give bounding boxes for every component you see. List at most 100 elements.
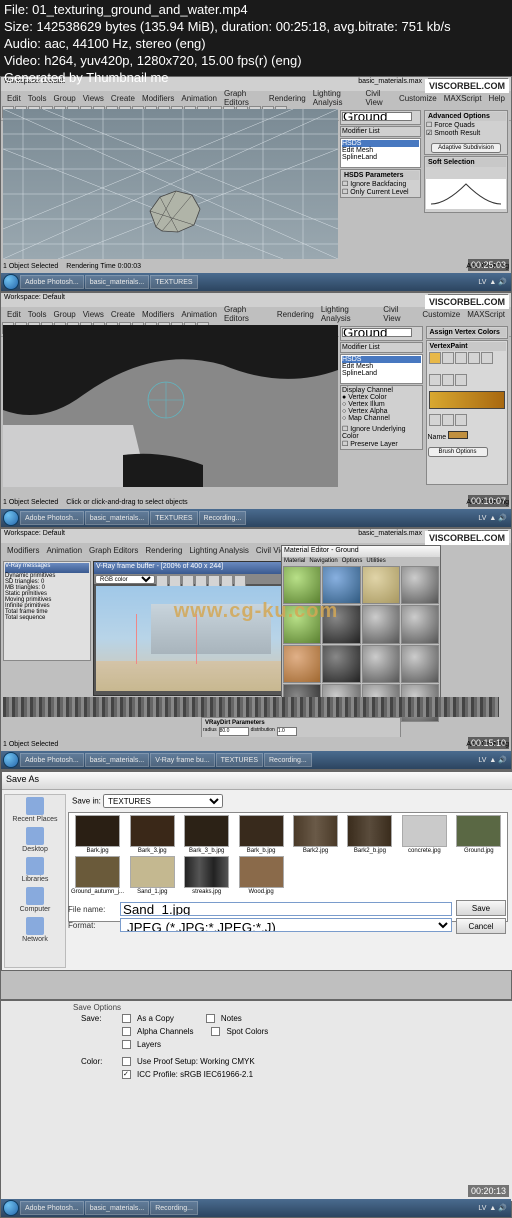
frame-5: Save Options Save:As a CopyNotes Alpha C… <box>0 1000 512 1218</box>
tray-icons[interactable]: ▲ 🔊 <box>489 278 507 286</box>
material-slot[interactable] <box>401 566 439 604</box>
save-as-dialog: Save As Save in: TEXTURES Recent Places … <box>1 771 512 971</box>
stack-editmesh[interactable]: Edit Mesh <box>342 147 419 154</box>
task-photoshop[interactable]: Adobe Photosh... <box>20 275 84 289</box>
menu-customize[interactable]: Customize <box>397 94 439 103</box>
menu-civil[interactable]: Civil View <box>363 89 393 107</box>
task-textures[interactable]: TEXTURES <box>150 275 197 289</box>
place-recent[interactable]: Recent Places <box>5 795 65 825</box>
rendered-strip <box>3 697 499 717</box>
ignore-backfacing-check[interactable]: ☐ <box>342 181 350 188</box>
brush-options-btn[interactable]: Brush Options <box>428 447 488 457</box>
menu-views[interactable]: Views <box>81 94 106 103</box>
menu-help[interactable]: Help <box>487 94 507 103</box>
menu-create[interactable]: Create <box>109 94 137 103</box>
menu-rendering[interactable]: Rendering <box>267 94 308 103</box>
place-libraries[interactable]: Libraries <box>5 855 65 885</box>
taskbar: Adobe Photosh... basic_materials... TEXT… <box>1 273 511 291</box>
taskbar: Adobe Photosh... basic_materials... V-Ra… <box>1 751 511 769</box>
material-slot[interactable] <box>283 645 321 683</box>
material-slot[interactable] <box>401 605 439 643</box>
save-button[interactable]: Save <box>456 900 506 916</box>
layers-check[interactable] <box>122 1040 131 1049</box>
force-quads-check[interactable]: ☐ <box>426 122 434 129</box>
taskbar: Adobe Photosh... basic_materials... Reco… <box>1 1199 511 1217</box>
menu-grapheditors[interactable]: Graph Editors <box>222 89 264 107</box>
vray-messages-panel: V-Ray messages Dynamic primitivesSD tria… <box>3 561 91 661</box>
menu-maxscript[interactable]: MAXScript <box>442 94 484 103</box>
notes-check[interactable] <box>206 1014 215 1023</box>
only-current-check[interactable]: ☐ <box>342 189 350 196</box>
start-orb[interactable] <box>3 1200 19 1216</box>
file-item[interactable]: Wood.jpg <box>235 856 287 895</box>
rgb-channel-select[interactable]: RGB color <box>95 575 155 584</box>
menu-modifiers[interactable]: Modifiers <box>140 94 176 103</box>
start-orb[interactable] <box>3 510 19 526</box>
place-computer[interactable]: Computer <box>5 885 65 915</box>
material-editor-title: Material Editor - Ground <box>282 546 440 557</box>
file-item[interactable]: Ground_autumn_j... <box>71 856 124 895</box>
softsel-rollout[interactable]: Soft Selection <box>426 158 506 167</box>
adaptive-btn[interactable]: Adaptive Subdivision <box>431 143 501 153</box>
object-name-field[interactable] <box>342 328 412 337</box>
hsds-rollout[interactable]: HSDS Parameters <box>342 171 419 180</box>
radius-field[interactable]: 80.0 <box>219 727 249 736</box>
material-slot[interactable] <box>362 645 400 683</box>
lang-indicator[interactable]: LV <box>478 279 486 286</box>
material-slot[interactable] <box>362 605 400 643</box>
file-item[interactable]: Bark.jpg <box>71 815 124 854</box>
start-orb[interactable] <box>3 752 19 768</box>
save-options-panel: Save Options Save:As a CopyNotes Alpha C… <box>1 1001 512 1201</box>
place-network[interactable]: Network <box>5 915 65 945</box>
stack-hsds[interactable]: HSDS <box>342 140 419 147</box>
adv-options-rollout[interactable]: Advanced Options <box>426 112 506 121</box>
palette-swatch[interactable] <box>448 431 468 439</box>
file-item[interactable]: Bark2.jpg <box>289 815 341 854</box>
file-info-overlay: File: 01_texturing_ground_and_water.mp4 … <box>0 0 455 88</box>
menu-animation[interactable]: Animation <box>179 94 219 103</box>
menu-group[interactable]: Group <box>51 94 77 103</box>
alpha-check[interactable] <box>122 1027 131 1036</box>
proof-check[interactable] <box>122 1057 131 1066</box>
file-item[interactable]: Sand_1.jpg <box>126 856 178 895</box>
spot-check[interactable] <box>211 1027 220 1036</box>
distribution-field[interactable]: 1.0 <box>277 727 297 736</box>
timestamp: 00:20:13 <box>468 1185 509 1197</box>
folder-icon <box>26 797 44 815</box>
material-slot[interactable] <box>401 645 439 683</box>
timestamp: 00:25:03 <box>468 259 509 271</box>
as-copy-check[interactable] <box>122 1014 131 1023</box>
material-slot[interactable] <box>283 566 321 604</box>
vertexpaint-title: VertexPaint <box>428 342 507 351</box>
material-editor[interactable]: Material Editor - Ground MaterialNavigat… <box>281 545 441 715</box>
file-item[interactable]: streaks.jpg <box>180 856 232 895</box>
material-slot[interactable] <box>322 645 360 683</box>
menu-lighting[interactable]: Lighting Analysis <box>311 89 361 107</box>
brush-preview <box>429 391 506 409</box>
filename-input[interactable] <box>120 902 452 916</box>
viewport-vertexpaint[interactable] <box>3 325 338 487</box>
file-item[interactable]: Bark2_b.jpg <box>344 815 396 854</box>
stack-splineland[interactable]: SplineLand <box>342 154 419 161</box>
icc-check[interactable] <box>122 1070 131 1079</box>
file-item[interactable]: Bark_3.jpg <box>126 815 178 854</box>
file-item[interactable]: Bark_3_b.jpg <box>180 815 232 854</box>
object-name-field[interactable] <box>342 112 412 121</box>
start-orb[interactable] <box>3 274 19 290</box>
file-item[interactable]: Ground.jpg <box>453 815 505 854</box>
assign-colors-btn[interactable]: Assign Vertex Colors <box>428 328 507 337</box>
menu-edit[interactable]: Edit <box>5 94 23 103</box>
viewport-wireframe[interactable] <box>3 109 338 259</box>
format-select[interactable]: JPEG (*.JPG;*.JPEG;*.J) <box>120 918 452 932</box>
smooth-result-check[interactable]: ☑ <box>426 130 434 137</box>
file-item[interactable]: concrete.jpg <box>398 815 450 854</box>
place-desktop[interactable]: Desktop <box>5 825 65 855</box>
file-item[interactable]: Bark_b.jpg <box>235 815 287 854</box>
task-3dsmax[interactable]: basic_materials... <box>85 275 149 289</box>
command-panel: Modifier List HSDS Edit Mesh SplineLand … <box>339 109 509 277</box>
material-slot[interactable] <box>362 566 400 604</box>
material-slot[interactable] <box>322 566 360 604</box>
cancel-button[interactable]: Cancel <box>456 918 506 934</box>
menu-tools[interactable]: Tools <box>26 94 49 103</box>
save-in-select[interactable]: TEXTURES <box>103 794 223 808</box>
